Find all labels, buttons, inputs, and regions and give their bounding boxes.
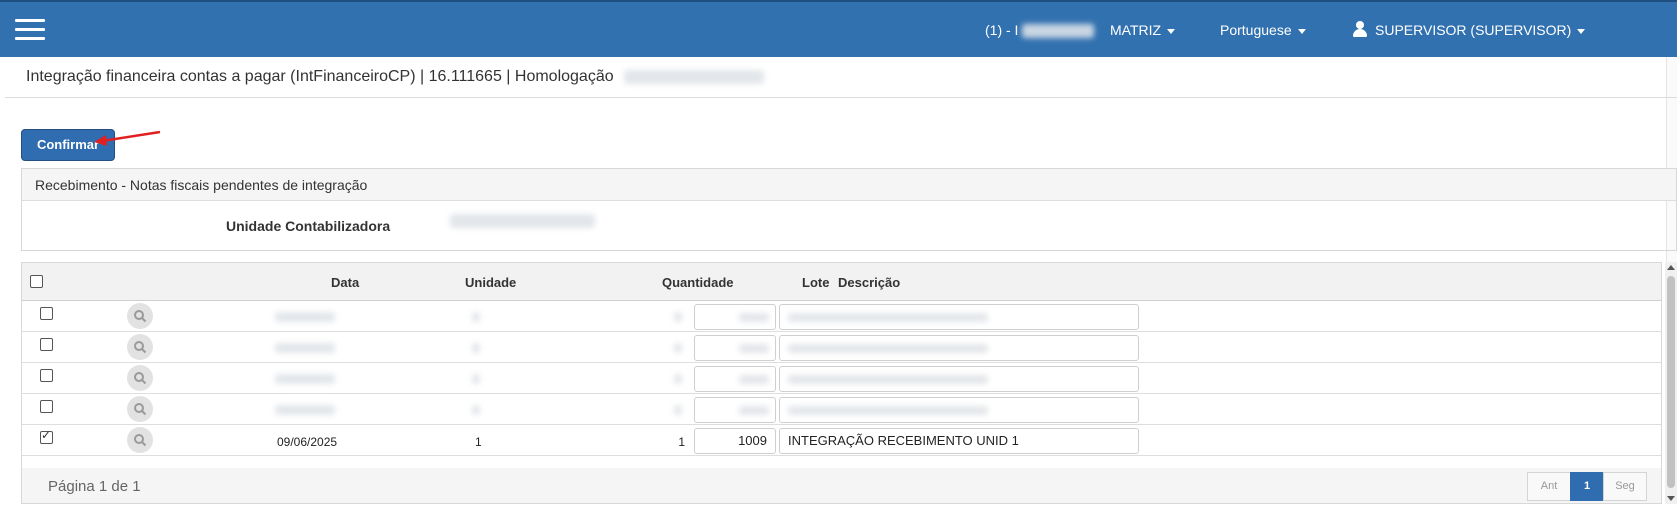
unidade-contabilizadora-label: Unidade Contabilizadora	[226, 218, 391, 234]
row-checkbox[interactable]	[40, 307, 53, 320]
lote-redacted	[739, 406, 769, 416]
unidade-cell-redacted	[472, 374, 480, 384]
column-quantidade[interactable]: Quantidade	[662, 275, 734, 290]
lote-input[interactable]	[694, 304, 776, 330]
table-row[interactable]	[22, 394, 1661, 425]
select-all-checkbox[interactable]	[30, 275, 43, 288]
zoom-icon[interactable]	[127, 303, 153, 329]
company-name-redacted	[1022, 24, 1095, 39]
grid-scrollbar[interactable]	[1665, 262, 1677, 504]
data-cell-redacted	[275, 374, 335, 384]
page-title-text: Integração financeira contas a pagar (In…	[26, 68, 614, 85]
descricao-input[interactable]	[779, 304, 1139, 330]
data-cell-redacted	[275, 343, 335, 353]
column-descricao[interactable]: Descrição	[838, 275, 900, 290]
unidade-contabilizadora-value	[450, 214, 595, 228]
hamburger-icon[interactable]	[15, 19, 45, 41]
descricao-redacted	[788, 375, 988, 385]
descricao-redacted	[788, 406, 988, 416]
unidade-cell-redacted	[472, 312, 480, 322]
filter-panel: Recebimento - Notas fiscais pendentes de…	[21, 168, 1677, 251]
company-selector[interactable]: (1) - I	[985, 22, 1095, 39]
lote-redacted	[739, 375, 769, 385]
table-row[interactable]: 09/06/2025 1 1 1009INTEGRAÇÃO RECEBIMENTO U…	[22, 425, 1661, 456]
language-label: Portuguese	[1220, 22, 1292, 38]
grid-header: Data Unidade Quantidade Lote Descrição	[22, 263, 1661, 301]
table-row[interactable]	[22, 332, 1661, 363]
row-checkbox[interactable]	[40, 369, 53, 382]
chevron-down-icon	[1167, 28, 1176, 34]
lote-input[interactable]	[694, 397, 776, 423]
column-data[interactable]: Data	[331, 275, 359, 290]
table-row[interactable]	[22, 363, 1661, 394]
scroll-up-icon[interactable]	[1667, 265, 1675, 270]
row-checkbox[interactable]	[40, 338, 53, 351]
prev-page-button[interactable]: Ant	[1527, 472, 1571, 501]
unidade-cell: 1	[475, 435, 482, 449]
next-page-button[interactable]: Seg	[1603, 472, 1647, 501]
unidade-cell-redacted	[472, 405, 480, 415]
company-prefix: (1) - I	[985, 22, 1019, 38]
page-info: Página 1 de 1	[48, 478, 141, 495]
quantidade-cell-redacted	[674, 343, 682, 353]
user-menu[interactable]: SUPERVISOR (SUPERVISOR)	[1353, 21, 1586, 38]
branch-dropdown[interactable]: MATRIZ	[1110, 22, 1176, 38]
row-checkbox[interactable]	[40, 428, 53, 444]
table-row[interactable]	[22, 301, 1661, 332]
zoom-icon[interactable]	[127, 396, 153, 422]
quantidade-cell: 1	[678, 435, 685, 449]
zoom-icon[interactable]	[127, 334, 153, 360]
title-divider	[5, 97, 1677, 98]
pagination: Ant 1 Seg	[1527, 472, 1647, 501]
descricao-redacted	[788, 313, 988, 323]
zoom-icon[interactable]	[127, 427, 153, 453]
data-cell-redacted	[275, 312, 335, 322]
lote-redacted	[739, 313, 769, 323]
language-dropdown[interactable]: Portuguese	[1220, 22, 1306, 38]
panel-header: Recebimento - Notas fiscais pendentes de…	[22, 169, 1676, 201]
descricao-input[interactable]: INTEGRAÇÃO RECEBIMENTO UNID 1	[779, 428, 1139, 454]
column-lote[interactable]: Lote	[802, 275, 829, 290]
top-navbar: (1) - I MATRIZ Portuguese SUPERVISOR (SU…	[0, 0, 1677, 57]
descricao-redacted	[788, 344, 988, 354]
branch-label: MATRIZ	[1110, 22, 1162, 38]
user-label: SUPERVISOR (SUPERVISOR)	[1375, 22, 1572, 38]
invoices-grid: Data Unidade Quantidade Lote Descrição 0…	[21, 262, 1662, 504]
scroll-thumb[interactable]	[1667, 276, 1675, 488]
lote-input[interactable]: 1009	[694, 428, 776, 454]
quantidade-cell-redacted	[674, 374, 682, 384]
column-unidade[interactable]: Unidade	[465, 275, 516, 290]
data-cell: 09/06/2025	[277, 435, 338, 449]
page-1-button[interactable]: 1	[1570, 472, 1604, 501]
lote-redacted	[739, 344, 769, 354]
red-arrow-annotation	[94, 130, 161, 146]
data-cell-redacted	[275, 405, 335, 415]
lote-input[interactable]	[694, 335, 776, 361]
descricao-input[interactable]	[779, 366, 1139, 392]
zoom-icon[interactable]	[127, 365, 153, 391]
environment-redacted	[624, 69, 765, 84]
quantidade-cell-redacted	[674, 405, 682, 415]
lote-input[interactable]	[694, 366, 776, 392]
user-icon	[1353, 21, 1367, 37]
page-title: Integração financeira contas a pagar (In…	[26, 68, 765, 86]
quantidade-cell-redacted	[674, 312, 682, 322]
unidade-cell-redacted	[472, 343, 480, 353]
descricao-input[interactable]	[779, 335, 1139, 361]
scroll-down-icon[interactable]	[1667, 496, 1675, 501]
chevron-down-icon	[1297, 28, 1306, 34]
row-checkbox[interactable]	[40, 400, 53, 413]
grid-footer: Página 1 de 1 Ant 1 Seg	[22, 468, 1661, 503]
chevron-down-icon	[1577, 28, 1586, 34]
descricao-input[interactable]	[779, 397, 1139, 423]
